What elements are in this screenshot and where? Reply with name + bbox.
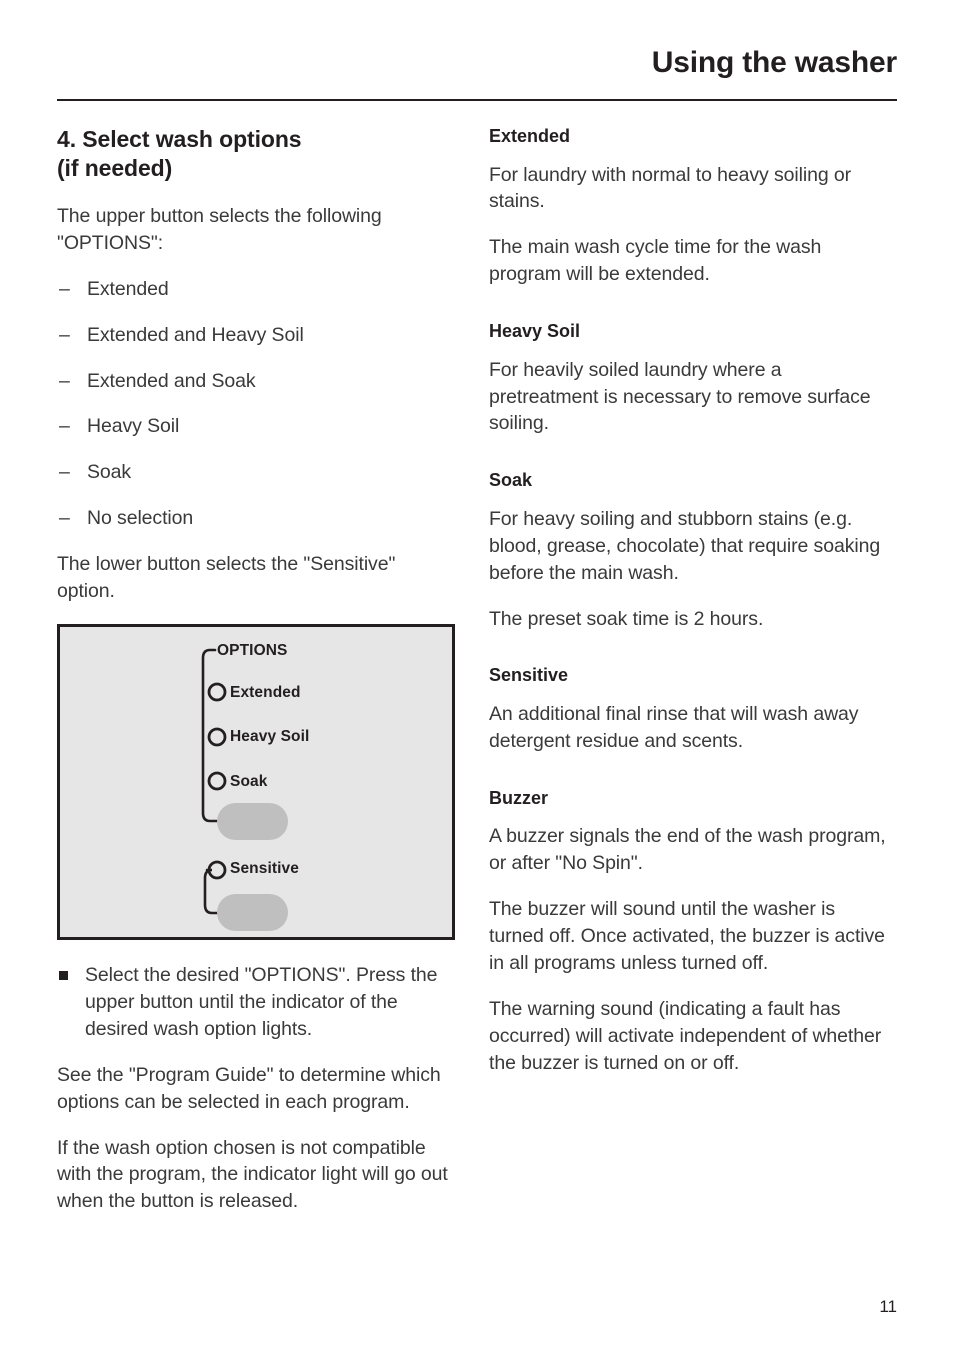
square-bullet-icon [59, 971, 68, 980]
list-item-label: No selection [87, 507, 194, 530]
paragraph: For laundry with normal to heavy soiling… [489, 163, 852, 213]
list-item: – Heavy Soil [57, 413, 457, 440]
subsection-heading-buzzer: Buzzer [489, 787, 549, 808]
figure-label-extended: Extended [230, 684, 301, 701]
left-column: 4. Select wash options (if needed) The u… [57, 125, 457, 1234]
figure-label-soak: Soak [230, 773, 268, 790]
options-button[interactable] [217, 803, 288, 840]
list-item: – No selection [57, 505, 457, 532]
right-column: Extended For laundry with normal to heav… [489, 125, 889, 1096]
subsection-heading-soak: Soak [489, 470, 533, 491]
list-item-label: Soak [87, 461, 132, 484]
list-item: – Soak [57, 459, 457, 486]
subsection-heading-heavy-soil: Heavy Soil [489, 321, 581, 342]
indicator-light-heavy-soil-icon [207, 727, 227, 747]
paragraph: The preset soak time is 2 hours. [489, 607, 764, 630]
dash-marker: – [59, 277, 70, 300]
program-guide-paragraph: See the "Program Guide" to determine whi… [57, 1063, 441, 1113]
list-item: – Extended and Soak [57, 368, 457, 395]
subsection-heading-sensitive: Sensitive [489, 665, 569, 686]
paragraph: A buzzer signals the end of the wash pro… [489, 825, 886, 875]
page-number: 11 [879, 1297, 897, 1316]
options-list: – Extended – Extended and Heavy Soil – E… [57, 276, 457, 532]
sensitive-button[interactable] [217, 894, 288, 931]
figure-label-heavy-soil: Heavy Soil [230, 728, 310, 745]
running-header: Using the washer [57, 48, 897, 78]
subsection-heading-extended: Extended [489, 126, 571, 146]
lower-button-paragraph: The lower button selects the "Sensitive"… [57, 553, 396, 603]
figure-label-options: OPTIONS [217, 642, 288, 659]
indicator-light-soak-icon [207, 771, 227, 791]
page-title: Using the washer [651, 46, 897, 79]
paragraph: The buzzer will sound until the washer i… [489, 898, 885, 974]
dash-marker: – [59, 507, 70, 530]
figure-label-sensitive: Sensitive [230, 860, 299, 877]
list-item-label: Extended [87, 277, 169, 300]
intro-paragraph: The upper button selects the following "… [57, 204, 382, 254]
list-item-label: Extended and Soak [87, 369, 256, 392]
list-item-label: Extended and Heavy Soil [87, 323, 304, 346]
paragraph: The warning sound (indicating a fault ha… [489, 997, 882, 1074]
instruction-text: Select the desired "OPTIONS". Press the … [85, 964, 438, 1040]
section-title: 4. Select wash options (if needed) [57, 126, 302, 181]
paragraph: For heavy soiling and stubborn stains (e… [489, 507, 881, 584]
paragraph: The main wash cycle time for the wash pr… [489, 236, 822, 286]
document-page: Using the washer 4. Select wash options … [0, 0, 954, 1352]
incompatible-paragraph: If the wash option chosen is not compati… [57, 1136, 448, 1213]
instruction-item: Select the desired "OPTIONS". Press the … [57, 962, 457, 1043]
control-panel-figure: OPTIONS Extended Heavy Soil Soak Sensiti… [57, 624, 455, 940]
paragraph: An additional final rinse that will wash… [489, 702, 859, 752]
dash-marker: – [59, 415, 70, 438]
dash-marker: – [59, 369, 70, 392]
indicator-light-extended-icon [207, 682, 227, 702]
list-item-label: Heavy Soil [87, 415, 180, 438]
dash-marker: – [59, 323, 70, 346]
list-item: – Extended [57, 276, 457, 303]
header-divider [57, 99, 897, 101]
paragraph: For heavily soiled laundry where a pretr… [489, 358, 871, 435]
dash-marker: – [59, 461, 70, 484]
list-item: – Extended and Heavy Soil [57, 322, 457, 349]
